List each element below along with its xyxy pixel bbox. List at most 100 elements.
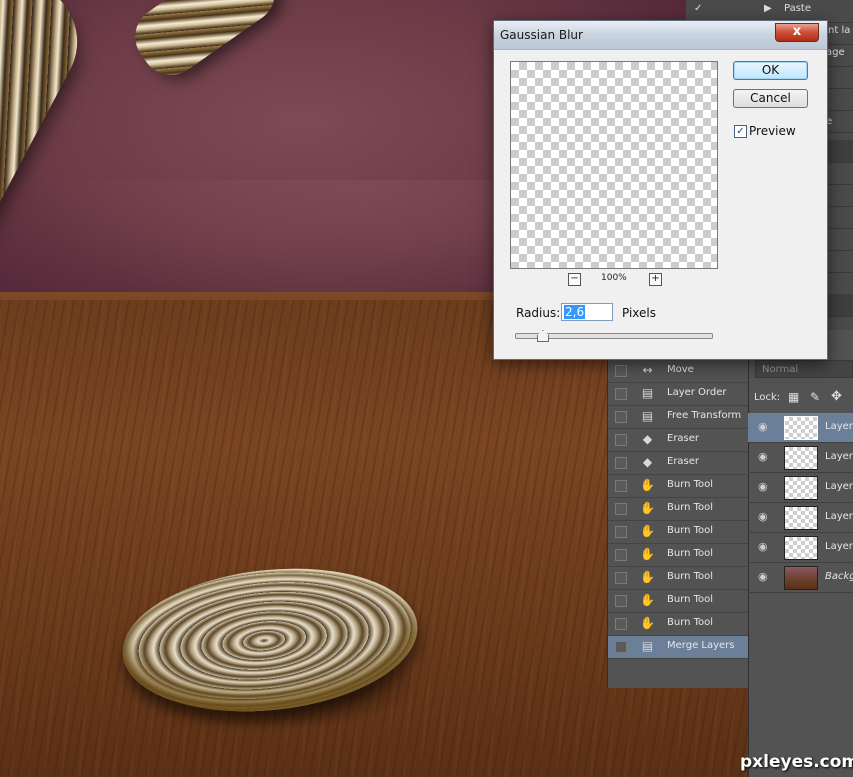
zoom-controls: − 100% + — [568, 273, 668, 287]
close-icon: x — [792, 24, 802, 39]
history-snapshot-checkbox[interactable] — [615, 503, 627, 515]
history-item-label: Burn Tool — [667, 571, 714, 582]
history-item-merge-layers[interactable]: ▤ Merge Layers — [608, 636, 749, 659]
lock-move-icon[interactable]: ✥ — [831, 389, 842, 404]
history-snapshot-checkbox[interactable] — [615, 549, 627, 561]
history-item-label: Layer Order — [667, 387, 727, 398]
history-item-label: Burn Tool — [667, 525, 714, 536]
history-item-label: Burn Tool — [667, 594, 714, 605]
history-item-burn-tool[interactable]: ✋ Burn Tool — [608, 544, 749, 567]
layer-row[interactable]: ◉ Layer — [748, 473, 853, 503]
history-item-label: Burn Tool — [667, 502, 714, 513]
history-item-label: Burn Tool — [667, 479, 714, 490]
history-item-label: Eraser — [667, 456, 700, 467]
burn-tool-icon: ✋ — [640, 616, 655, 630]
preview-label: Preview — [749, 124, 796, 138]
lock-label: Lock: — [754, 392, 781, 403]
layer-row[interactable]: ◉ Layer — [748, 443, 853, 473]
layer-thumbnail — [784, 446, 818, 470]
blend-mode-select[interactable]: Normal — [755, 360, 853, 378]
layer-name: Layer — [825, 421, 853, 432]
layer-row[interactable]: ◉ Layer — [748, 503, 853, 533]
history-item-label: Eraser — [667, 433, 700, 444]
history-item-burn-tool[interactable]: ✋ Burn Tool — [608, 498, 749, 521]
cancel-button[interactable]: Cancel — [733, 89, 808, 108]
eye-icon[interactable]: ◉ — [758, 511, 770, 523]
eraser-icon: ◆ — [642, 455, 653, 469]
burn-tool-icon: ✋ — [640, 501, 655, 515]
eye-icon[interactable]: ◉ — [758, 571, 770, 583]
layer-thumbnail — [784, 506, 818, 530]
history-item-eraser[interactable]: ◆ Eraser — [608, 429, 749, 452]
layer-row[interactable]: ◉ Layer — [748, 413, 853, 443]
history-item-label: Merge Layers — [667, 640, 735, 651]
history-item-label: Burn Tool — [667, 548, 714, 559]
play-icon: ▶ — [764, 3, 772, 14]
history-item-burn-tool[interactable]: ✋ Burn Tool — [608, 613, 749, 636]
layer-name: Layer — [825, 511, 853, 522]
burn-tool-icon: ✋ — [640, 524, 655, 538]
layer-thumbnail — [784, 476, 818, 500]
document-icon: ▤ — [641, 409, 654, 423]
document-icon: ▤ — [641, 386, 654, 400]
layer-row-background[interactable]: ◉ Backgr — [748, 563, 853, 593]
ok-button[interactable]: OK — [733, 61, 808, 80]
history-item-eraser[interactable]: ◆ Eraser — [608, 452, 749, 475]
menu-item-label: Paste — [784, 3, 811, 14]
history-item-free-transform[interactable]: ▤ Free Transform — [608, 406, 749, 429]
eye-icon[interactable]: ◉ — [758, 451, 770, 463]
layer-name: Backgr — [825, 571, 853, 582]
history-item-label: Move — [667, 364, 694, 375]
history-item-label: Free Transform — [667, 410, 742, 421]
history-snapshot-checkbox[interactable] — [615, 618, 627, 630]
lock-brush-icon[interactable]: ✎ — [810, 390, 820, 404]
gaussian-blur-dialog: Gaussian Blur x − 100% + OK Cancel ✓ Pre… — [493, 20, 828, 360]
history-item-burn-tool[interactable]: ✋ Burn Tool — [608, 567, 749, 590]
dialog-titlebar[interactable]: Gaussian Blur x — [494, 21, 827, 50]
zoom-in-button[interactable]: + — [649, 273, 662, 286]
history-item-label: Burn Tool — [667, 617, 714, 628]
radius-slider-thumb[interactable] — [537, 330, 549, 342]
eraser-icon: ◆ — [642, 432, 653, 446]
radius-unit: Pixels — [622, 306, 657, 320]
layer-name: Layer — [825, 451, 853, 462]
history-item-burn-tool[interactable]: ✋ Burn Tool — [608, 475, 749, 498]
history-snapshot-checkbox[interactable] — [615, 457, 627, 469]
history-panel: ↔ Move ▤ Layer Order ▤ Free Transform ◆ … — [607, 358, 749, 688]
layer-thumbnail — [784, 536, 818, 560]
menu-item-label: age — [826, 47, 845, 58]
layer-thumbnail — [784, 566, 818, 590]
burn-tool-icon: ✋ — [640, 478, 655, 492]
history-item-layer-order[interactable]: ▤ Layer Order — [608, 383, 749, 406]
history-snapshot-checkbox[interactable] — [615, 365, 627, 377]
preview-checkbox[interactable]: ✓ — [734, 125, 747, 138]
history-snapshot-checkbox[interactable] — [615, 572, 627, 584]
layer-name: Layer — [825, 541, 853, 552]
history-item-burn-tool[interactable]: ✋ Burn Tool — [608, 590, 749, 613]
burn-tool-icon: ✋ — [640, 570, 655, 584]
layer-row[interactable]: ◉ Layer — [748, 533, 853, 563]
radius-input[interactable]: 2,6 — [561, 303, 613, 321]
dialog-title: Gaussian Blur — [500, 28, 583, 42]
watermark: pxleyes.com — [740, 752, 853, 772]
lock-row: Lock: ▦ ✎ ✥ — [748, 386, 853, 410]
zoom-out-button[interactable]: − — [568, 273, 581, 286]
history-item-move[interactable]: ↔ Move — [608, 360, 749, 383]
history-snapshot-checkbox[interactable] — [615, 388, 627, 400]
history-snapshot-checkbox[interactable] — [615, 526, 627, 538]
history-item-burn-tool[interactable]: ✋ Burn Tool — [608, 521, 749, 544]
history-snapshot-checkbox[interactable] — [615, 434, 627, 446]
eye-icon[interactable]: ◉ — [758, 481, 770, 493]
close-button[interactable]: x — [775, 23, 819, 42]
history-snapshot-checkbox[interactable] — [615, 595, 627, 607]
history-snapshot-checkbox[interactable] — [615, 480, 627, 492]
document-icon: ▤ — [641, 639, 654, 653]
eye-icon[interactable]: ◉ — [758, 421, 770, 433]
blur-preview[interactable] — [510, 61, 718, 269]
eye-icon[interactable]: ◉ — [758, 541, 770, 553]
history-snapshot-checkbox[interactable] — [615, 411, 627, 423]
zoom-level: 100% — [601, 273, 627, 283]
lock-transparency-icon[interactable]: ▦ — [788, 390, 799, 404]
history-snapshot-checkbox[interactable] — [615, 641, 627, 653]
layer-name: Layer — [825, 481, 853, 492]
